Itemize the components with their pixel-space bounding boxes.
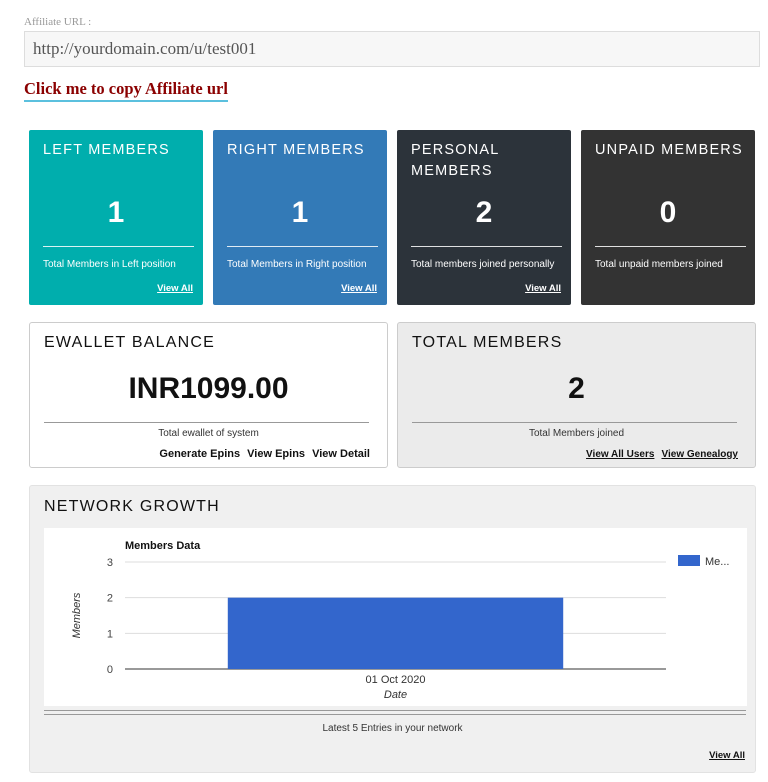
card-description: Total members joined personally xyxy=(411,259,555,270)
y-tick-label: 2 xyxy=(107,593,113,605)
card-divider xyxy=(411,246,562,247)
card-description: Total unpaid members joined xyxy=(595,259,723,270)
unpaid-members-card: UNPAID MEMBERS 0 Total unpaid members jo… xyxy=(581,130,755,305)
card-title: UNPAID MEMBERS xyxy=(595,142,743,158)
panel-title: EWALLET BALANCE xyxy=(44,334,215,351)
x-tick-label: 01 Oct 2020 xyxy=(366,674,426,686)
panel-title: NETWORK GROWTH xyxy=(44,498,220,515)
y-tick-label: 1 xyxy=(107,628,113,640)
total-members-links: View All Users View Genealogy xyxy=(582,448,738,460)
panel-description: Latest 5 Entries in your network xyxy=(322,723,463,734)
y-tick-label: 3 xyxy=(107,557,113,569)
view-all-left-link[interactable]: View All xyxy=(157,283,193,294)
right-members-card: RIGHT MEMBERS 1 Total Members in Right p… xyxy=(213,130,387,305)
total-members-panel: TOTAL MEMBERS 2 Total Members joined Vie… xyxy=(397,322,756,468)
view-all-users-link[interactable]: View All Users xyxy=(586,449,654,460)
view-genealogy-link[interactable]: View Genealogy xyxy=(661,449,738,460)
panel-description: Total ewallet of system xyxy=(158,428,259,439)
copy-affiliate-url-link[interactable]: Click me to copy Affiliate url xyxy=(24,79,228,102)
panel-divider xyxy=(44,422,369,423)
card-description: Total Members in Left position xyxy=(43,259,176,270)
panel-divider xyxy=(412,422,737,423)
legend-swatch xyxy=(678,555,700,566)
network-growth-panel: NETWORK GROWTH Members Data 0 1 2 3 01 Oct 20… xyxy=(29,485,756,773)
panel-divider xyxy=(44,714,746,715)
legend-label: Me... xyxy=(705,556,729,568)
card-divider xyxy=(43,246,194,247)
personal-members-card: PERSONAL MEMBERS 2 Total members joined … xyxy=(397,130,571,305)
card-value: 0 xyxy=(659,196,677,229)
generate-epins-link[interactable]: Generate Epins xyxy=(159,448,240,460)
card-description: Total Members in Right position xyxy=(227,259,367,270)
members-chart: Members Data 0 1 2 3 01 Oct 2020 Date Members Me… xyxy=(44,528,747,706)
ewallet-balance-panel: EWALLET BALANCE INR1099.00 Total ewallet… xyxy=(29,322,388,468)
card-value: 2 xyxy=(475,196,493,229)
card-divider xyxy=(595,246,746,247)
view-all-right-link[interactable]: View All xyxy=(341,283,377,294)
panel-title: TOTAL MEMBERS xyxy=(412,334,563,351)
ewallet-value: INR1099.00 xyxy=(128,372,289,405)
panel-description: Total Members joined xyxy=(528,428,625,439)
view-detail-link[interactable]: View Detail xyxy=(312,448,370,460)
ewallet-links: Generate Epins View Epins View Detail xyxy=(155,448,370,460)
view-all-network-link[interactable]: View All xyxy=(709,750,745,761)
card-title: LEFT MEMBERS xyxy=(43,142,170,158)
y-axis-label: Members xyxy=(71,592,83,638)
card-value: 1 xyxy=(107,196,125,229)
y-tick-label: 0 xyxy=(107,664,113,676)
affiliate-url-field[interactable]: http://yourdomain.com/u/test001 xyxy=(24,31,760,67)
view-all-personal-link[interactable]: View All xyxy=(525,283,561,294)
card-value: 1 xyxy=(291,196,309,229)
card-divider xyxy=(227,246,378,247)
total-members-value: 2 xyxy=(568,372,585,405)
card-title: PERSONAL MEMBERS xyxy=(411,142,500,179)
left-members-card: LEFT MEMBERS 1 Total Members in Left pos… xyxy=(29,130,203,305)
panel-divider xyxy=(44,710,746,711)
card-title: RIGHT MEMBERS xyxy=(227,142,365,158)
bar xyxy=(227,597,564,669)
affiliate-url-label: Affiliate URL : xyxy=(24,16,92,28)
x-axis-label: Date xyxy=(384,689,407,701)
view-epins-link[interactable]: View Epins xyxy=(247,448,305,460)
members-chart-svg: Members Data 0 1 2 3 01 Oct 2020 Date Members Me… xyxy=(71,540,729,701)
chart-title: Members Data xyxy=(125,540,201,552)
